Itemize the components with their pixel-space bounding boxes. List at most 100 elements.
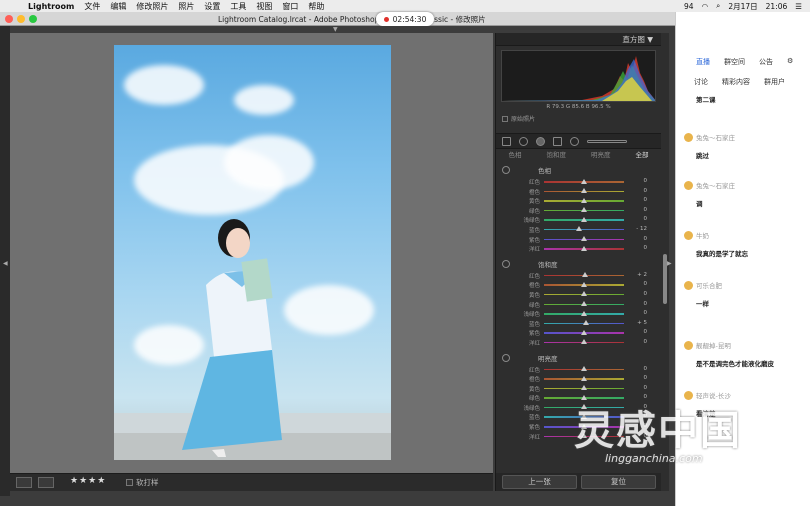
previous-button[interactable]: 上一张	[502, 475, 577, 489]
soft-proof-checkbox[interactable]	[126, 479, 133, 486]
slider-value[interactable]: 0	[644, 207, 648, 213]
before-after-button[interactable]	[38, 477, 54, 488]
tab-hsl-0[interactable]: 色相	[509, 150, 522, 160]
slider-value[interactable]: 0	[644, 385, 648, 391]
left-panel-collapsed[interactable]: ◀	[0, 26, 10, 496]
subtab-discussion[interactable]: 讨论	[694, 77, 708, 87]
slider-knob[interactable]	[581, 216, 587, 222]
hsl-section-title[interactable]: 色相	[502, 165, 661, 175]
slider-value[interactable]: - 12	[636, 226, 647, 232]
sender-name[interactable]: 靓靓掉-昆明	[696, 340, 731, 350]
histogram-header[interactable]: 直方图 ▼	[496, 33, 661, 46]
tab-hsl-1[interactable]: 饱和度	[547, 150, 567, 160]
hsl-section-title[interactable]: 明亮度	[502, 353, 661, 363]
slider-knob[interactable]	[581, 375, 587, 381]
slider-knob[interactable]	[581, 236, 587, 242]
menu-tools[interactable]: 工具	[230, 1, 246, 12]
slider-value[interactable]: 0	[644, 339, 648, 345]
subtab-highlights[interactable]: 精彩内容	[722, 77, 750, 87]
loupe-view-button[interactable]	[16, 477, 32, 488]
slider-value[interactable]: 0	[644, 197, 648, 203]
slider-knob[interactable]	[581, 245, 587, 251]
minimize-button[interactable]	[17, 15, 25, 23]
slider-value[interactable]: 0	[644, 310, 648, 316]
slider-knob[interactable]	[581, 301, 587, 307]
slider-value[interactable]: 0	[644, 216, 648, 222]
slider-value[interactable]: 0	[644, 375, 648, 381]
recording-indicator[interactable]: 02:54:30	[376, 12, 434, 26]
slider-knob[interactable]	[581, 188, 587, 194]
sender-name[interactable]: 兔兔～石家庄	[696, 180, 735, 190]
close-button[interactable]	[5, 15, 13, 23]
avatar[interactable]	[684, 180, 693, 190]
star-rating[interactable]: ★★★★	[70, 476, 106, 486]
adjustment-brush-icon[interactable]	[587, 139, 627, 143]
search-icon[interactable]: ⌕	[716, 1, 720, 11]
battery-status[interactable]: 94	[684, 2, 694, 11]
slider-value[interactable]: 0	[644, 281, 648, 287]
slider-knob[interactable]	[581, 197, 587, 203]
slider-value[interactable]: 0	[644, 245, 648, 251]
reset-button[interactable]: 复位	[581, 475, 656, 489]
soft-proof-toggle[interactable]: 软打样	[126, 477, 159, 488]
slider-knob[interactable]	[581, 207, 587, 213]
slider-value[interactable]: 0	[644, 236, 648, 242]
original-photo-checkbox[interactable]	[502, 115, 508, 122]
photo-canvas[interactable]	[10, 33, 493, 491]
slider-value[interactable]: 0	[644, 366, 648, 372]
zoom-button[interactable]	[29, 15, 37, 23]
avatar[interactable]	[684, 132, 693, 142]
slider-knob[interactable]	[581, 281, 587, 287]
slider-knob[interactable]	[581, 310, 587, 316]
wifi-icon[interactable]: ◠	[702, 2, 709, 11]
redeye-icon[interactable]	[536, 136, 545, 146]
tab-group-space[interactable]: 群空间	[724, 57, 745, 67]
avatar[interactable]	[684, 340, 693, 350]
crop-tool-icon[interactable]	[502, 136, 511, 146]
expand-left-icon[interactable]: ◀	[3, 260, 8, 267]
slider-value[interactable]: 0	[644, 329, 648, 335]
settings-icon[interactable]: ⚙	[787, 57, 793, 67]
slider-knob[interactable]	[581, 329, 587, 335]
slider-knob[interactable]	[581, 339, 587, 345]
slider-knob[interactable]	[581, 291, 587, 297]
slider-value[interactable]: + 5	[637, 320, 647, 326]
slider-knob[interactable]	[581, 385, 587, 391]
slider-knob[interactable]	[581, 366, 587, 371]
slider-value[interactable]: 0	[644, 301, 648, 307]
slider-track[interactable]	[544, 228, 624, 231]
menu-view[interactable]: 视图	[256, 1, 272, 12]
radial-filter-icon[interactable]	[570, 136, 579, 146]
subtab-members[interactable]: 群用户	[764, 77, 785, 87]
tab-live[interactable]: 直播	[696, 57, 710, 67]
avatar[interactable]	[684, 230, 693, 240]
tab-hsl-2[interactable]: 明亮度	[591, 150, 611, 160]
menu-photo[interactable]: 照片	[178, 1, 194, 12]
tab-notice[interactable]: 公告	[759, 57, 773, 67]
avatar[interactable]	[684, 280, 693, 290]
slider-value[interactable]: 0	[644, 188, 648, 194]
slider-value[interactable]: 0	[644, 178, 648, 184]
menu-edit[interactable]: 编辑	[110, 1, 126, 12]
photo-preview[interactable]	[114, 45, 391, 460]
tab-hsl-3[interactable]: 全部	[636, 150, 649, 160]
sender-name[interactable]: 可乐合肥	[696, 280, 722, 290]
slider-knob[interactable]	[576, 226, 583, 232]
menu-app[interactable]: Lightroom	[28, 2, 74, 11]
control-center-icon[interactable]: ☰	[795, 2, 802, 11]
sender-name[interactable]: 牛奶	[696, 230, 709, 240]
spot-removal-icon[interactable]	[519, 136, 528, 146]
menu-window[interactable]: 窗口	[282, 1, 298, 12]
slider-value[interactable]: 0	[644, 291, 648, 297]
menu-develop[interactable]: 修改照片	[136, 1, 168, 12]
menu-settings[interactable]: 设置	[204, 1, 220, 12]
slider-knob[interactable]	[583, 320, 590, 326]
menu-help[interactable]: 帮助	[308, 1, 324, 12]
sender-name[interactable]: 兔兔～石家庄	[696, 132, 735, 142]
slider-knob[interactable]	[581, 178, 587, 184]
expand-right-icon[interactable]: ▶	[667, 260, 672, 267]
slider-value[interactable]: + 2	[637, 272, 647, 278]
graduated-filter-icon[interactable]	[553, 136, 562, 146]
hsl-section-title[interactable]: 饱和度	[502, 259, 661, 269]
menu-file[interactable]: 文件	[84, 1, 100, 12]
